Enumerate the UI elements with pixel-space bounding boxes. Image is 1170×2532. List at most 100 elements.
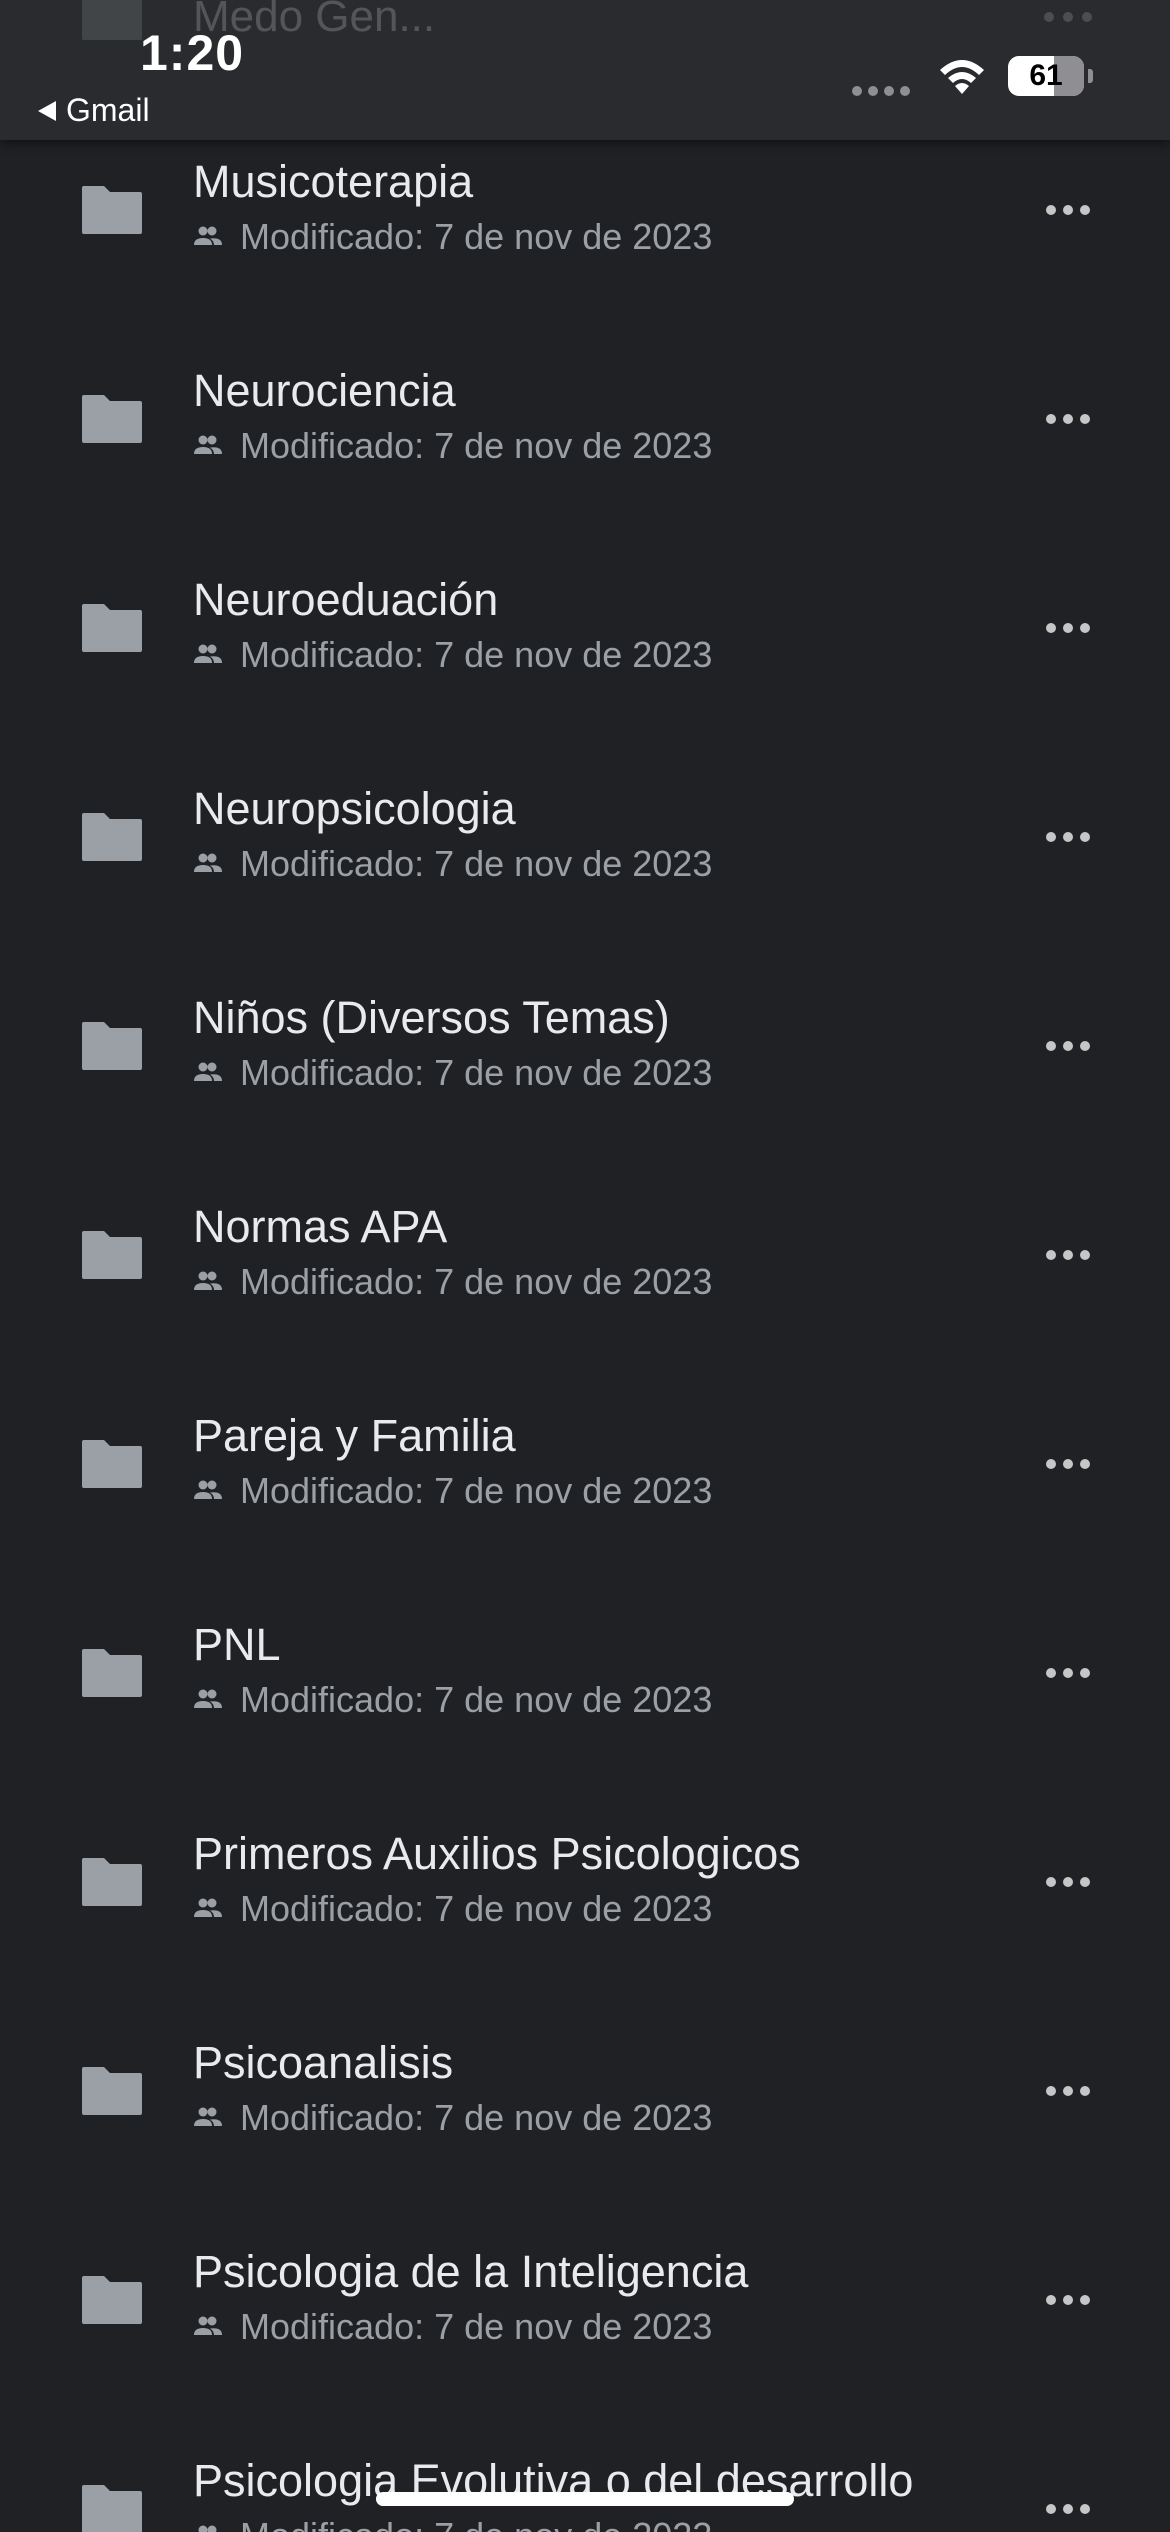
more-dot: [1063, 1459, 1073, 1469]
shared-people-icon: [194, 1689, 222, 1708]
more-options-button[interactable]: [1030, 606, 1106, 650]
more-dot: [1080, 1668, 1090, 1678]
file-modified-date: Modificado: 7 de nov de 2023: [240, 1470, 713, 1511]
more-dot: [1046, 623, 1056, 633]
more-options-button[interactable]: [1030, 1024, 1106, 1068]
shared-people-icon: [194, 1480, 222, 1499]
shared-people-icon: [194, 226, 222, 245]
more-options-icon: [1043, 10, 1093, 28]
status-bar: Medo Gen... 1:20 Gmail 61: [0, 0, 1170, 140]
more-dot: [1046, 1668, 1056, 1678]
more-dot: [1063, 2504, 1073, 2514]
clock: 1:20: [140, 25, 245, 81]
more-dot: [1080, 2504, 1090, 2514]
shared-people-icon: [194, 2107, 222, 2126]
more-options-button[interactable]: [1030, 1860, 1106, 1904]
file-list-item[interactable]: Neuroeduación Modificado: 7 de nov de 20…: [0, 546, 1170, 755]
more-dot: [1080, 1041, 1090, 1051]
file-modified-date: Modificado: 7 de nov de 2023: [240, 1679, 713, 1720]
file-modified-date: Modificado: 7 de nov de 2023: [240, 1052, 713, 1093]
shared-people-icon: [194, 1898, 222, 1917]
more-dot: [1080, 2295, 1090, 2305]
more-dot: [1080, 1250, 1090, 1260]
file-list-item[interactable]: Psicologia Evolutiva o del desarrollo Mo…: [0, 2427, 1170, 2532]
more-dot: [1063, 1668, 1073, 1678]
file-list-item[interactable]: Psicologia de la Inteligencia Modificado…: [0, 2218, 1170, 2427]
more-options-button[interactable]: [1030, 1442, 1106, 1486]
more-dot: [1046, 832, 1056, 842]
file-modified-date: Modificado: 7 de nov de 2023: [240, 1261, 713, 1302]
file-list-item[interactable]: Niños (Diversos Temas) Modificado: 7 de …: [0, 964, 1170, 1173]
more-dot: [1046, 205, 1056, 215]
file-name: Psicologia de la Inteligencia: [193, 2246, 749, 2297]
file-list: Musicoterapia Modificado: 7 de nov de 20…: [0, 140, 1170, 2532]
battery-cap: [1088, 69, 1093, 83]
more-options-button[interactable]: [1030, 815, 1106, 859]
file-modified-date: Modificado: 7 de nov de 2023: [240, 634, 713, 675]
cellular-signal-icon: [852, 86, 910, 96]
shared-people-icon: [194, 853, 222, 872]
shared-people-icon: [194, 1062, 222, 1081]
more-options-button[interactable]: [1030, 2278, 1106, 2322]
more-dot: [1063, 414, 1073, 424]
folder-icon: [82, 1649, 142, 1697]
back-arrow-icon: [38, 100, 56, 121]
shared-people-icon: [194, 644, 222, 663]
file-list-item[interactable]: Pareja y Familia Modificado: 7 de nov de…: [0, 1382, 1170, 1591]
more-dot: [1080, 1877, 1090, 1887]
more-dot: [1063, 2086, 1073, 2096]
file-list-item[interactable]: Primeros Auxilios Psicologicos Modificad…: [0, 1800, 1170, 2009]
drive-screen: Medo Gen... 1:20 Gmail 61 Musicoterapia …: [0, 0, 1170, 2532]
shared-people-icon: [198, 2525, 217, 2532]
shared-people-icon: [194, 435, 222, 454]
more-options-button[interactable]: [1030, 2069, 1106, 2113]
file-list-item[interactable]: Psicoanalisis Modificado: 7 de nov de 20…: [0, 2009, 1170, 2218]
shared-people-icon: [194, 2316, 222, 2335]
folder-icon: [82, 1440, 142, 1488]
more-dot: [1063, 1877, 1073, 1887]
file-list-item[interactable]: Neuropsicologia Modificado: 7 de nov de …: [0, 755, 1170, 964]
file-list-item[interactable]: Musicoterapia Modificado: 7 de nov de 20…: [0, 128, 1170, 337]
file-list-item[interactable]: Normas APA Modificado: 7 de nov de 2023: [0, 1173, 1170, 1382]
more-dot: [1063, 1250, 1073, 1260]
file-list-item[interactable]: Neurociencia Modificado: 7 de nov de 202…: [0, 337, 1170, 546]
folder-icon: [82, 2067, 142, 2115]
more-dot: [1063, 832, 1073, 842]
more-dot: [1046, 1459, 1056, 1469]
folder-icon: [82, 1858, 142, 1906]
more-dot: [1063, 205, 1073, 215]
more-options-button[interactable]: [1030, 1233, 1106, 1277]
more-dot: [1046, 414, 1056, 424]
file-name: Neurociencia: [193, 365, 456, 416]
file-list-item[interactable]: PNL Modificado: 7 de nov de 2023: [0, 1591, 1170, 1800]
file-name: Neuroeduación: [193, 574, 499, 625]
file-name: PNL: [193, 1619, 281, 1670]
more-dot: [1063, 1041, 1073, 1051]
home-indicator[interactable]: [376, 2492, 794, 2506]
more-dot: [1063, 623, 1073, 633]
file-name: Normas APA: [193, 1201, 448, 1252]
folder-icon: [82, 1022, 142, 1070]
more-dot: [1046, 1041, 1056, 1051]
file-modified-date: Modificado: 7 de nov de 2023: [240, 2097, 713, 2138]
file-name: Psicoanalisis: [193, 2037, 454, 2088]
folder-icon: [82, 186, 142, 234]
back-to-gmail-button[interactable]: Gmail: [38, 92, 150, 129]
more-dot: [1080, 414, 1090, 424]
more-options-button[interactable]: [1030, 1651, 1106, 1695]
more-options-button[interactable]: [1030, 188, 1106, 232]
folder-icon: [82, 2276, 142, 2324]
more-options-button[interactable]: [1030, 397, 1106, 441]
folder-icon: [82, 813, 142, 861]
file-name: Musicoterapia: [193, 156, 474, 207]
battery-percent: 61: [1029, 59, 1063, 92]
more-dot: [1046, 2086, 1056, 2096]
wifi-icon: [940, 60, 984, 94]
more-options-button[interactable]: [1030, 2487, 1106, 2531]
file-modified-date: Modificado: 7 de nov de 2023: [240, 216, 713, 257]
more-dot: [1046, 2295, 1056, 2305]
more-dot: [1080, 1459, 1090, 1469]
folder-icon: [82, 0, 142, 40]
more-dot: [1046, 1877, 1056, 1887]
more-dot: [1046, 2504, 1056, 2514]
